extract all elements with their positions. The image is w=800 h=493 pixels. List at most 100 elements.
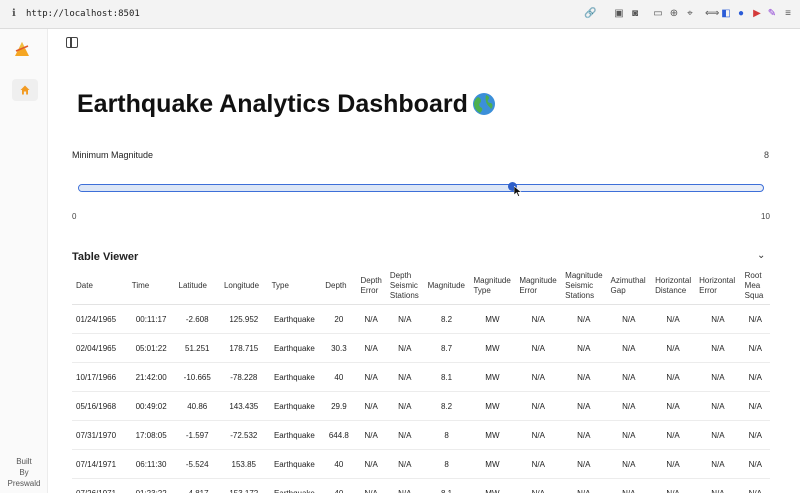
address-bar[interactable]: http://localhost:8501 [26, 9, 140, 19]
column-header[interactable]: Date [72, 268, 128, 305]
column-header[interactable]: Depth Error [356, 268, 386, 305]
table-cell: N/A [695, 391, 741, 421]
column-header[interactable]: Magnitude [423, 268, 470, 305]
table-cell: MW [469, 333, 516, 363]
table-row[interactable]: 07/26/1971 01:23:22 -4.817 153.172 Earthquak… [72, 478, 770, 493]
table-cell: N/A [651, 333, 696, 363]
column-header[interactable]: Magnitude Error [515, 268, 562, 305]
table-cell: N/A [606, 304, 652, 334]
column-header[interactable]: Root Mea Squa [740, 268, 770, 305]
table-cell: Earthquake [267, 304, 322, 334]
column-header[interactable]: Longitude [219, 268, 268, 305]
menu-icon[interactable]: ≡ [782, 8, 794, 20]
chevron-down-icon[interactable]: ⌄ [757, 250, 765, 261]
column-header[interactable]: Depth [321, 268, 357, 305]
table-cell: 40.86 [174, 391, 220, 421]
table-row[interactable]: 07/14/1971 06:11:30 -5.524 153.85 Earthquake… [72, 449, 770, 479]
column-header[interactable]: Latitude [174, 268, 220, 305]
table-cell: N/A [695, 304, 741, 334]
table-cell: 8.1 [423, 478, 470, 493]
table-cell: N/A [356, 478, 386, 493]
preswald-logo-icon [15, 42, 29, 56]
column-header-text: Date [76, 281, 93, 290]
table-cell: Earthquake [267, 333, 322, 363]
table-row[interactable]: 10/17/1966 21:42:00 -10.665 -78.228 Earthqua… [72, 362, 770, 392]
table-cell: 06:11:30 [127, 449, 175, 479]
table-cell: Earthquake [267, 420, 322, 450]
table-cell: -5.524 [174, 449, 220, 479]
table-cell: N/A [651, 420, 696, 450]
table-cell: N/A [606, 362, 652, 392]
mouse-cursor-icon [513, 186, 522, 197]
table-cell: 143.435 [219, 391, 268, 421]
table-cell: 00:49:02 [127, 391, 175, 421]
table-cell: N/A [515, 420, 562, 450]
table-cell: 07/26/1971 [72, 478, 128, 493]
extension-icon[interactable]: ◧ [720, 8, 732, 20]
table-cell: N/A [695, 420, 741, 450]
table-cell: N/A [695, 449, 741, 479]
column-header-text: Stations [565, 291, 595, 300]
table-cell: -4.817 [174, 478, 220, 493]
table-cell: Earthquake [267, 449, 322, 479]
info-icon[interactable]: ℹ [12, 8, 16, 19]
table-cell: 02/04/1965 [72, 333, 128, 363]
toggle-sidebar-icon[interactable] [66, 37, 78, 48]
table-cell: 17:08:05 [127, 420, 175, 450]
table-row[interactable]: 02/04/1965 05:01:22 51.251 178.715 Earthquak… [72, 333, 770, 363]
table-cell: 07/14/1971 [72, 449, 128, 479]
table-cell: 21:42:00 [127, 362, 175, 392]
table-cell: 40 [321, 449, 357, 479]
column-header[interactable]: Horizontal Distance [651, 268, 696, 305]
column-header[interactable]: Magnitude Seismic Stations [561, 268, 607, 305]
page-title-text: Earthquake Analytics Dashboard [77, 90, 468, 118]
column-header[interactable]: Horizontal Error [695, 268, 741, 305]
column-header-text: Root [744, 271, 762, 280]
crosshair-icon[interactable]: ⌖ [684, 8, 696, 20]
table-cell: MW [469, 420, 516, 450]
table-cell: 30.3 [321, 333, 357, 363]
data-table-container[interactable]: Date Time Latitude Longitude Type Depth Depth E… [72, 268, 770, 493]
column-header[interactable]: Type [267, 268, 322, 305]
column-header[interactable]: Azimuthal Gap [606, 268, 652, 305]
globe-icon[interactable]: ⊕ [668, 8, 680, 20]
table-cell: N/A [515, 333, 562, 363]
table-cell: N/A [356, 362, 386, 392]
terminal-icon[interactable]: ▭ [652, 8, 664, 20]
table-cell: 8.1 [423, 362, 470, 392]
column-header-text: Azimuthal [610, 276, 646, 285]
table-row[interactable]: 01/24/1965 00:11:17 -2.608 125.952 Earthquak… [72, 304, 770, 334]
table-row[interactable]: 07/31/1970 17:08:05 -1.597 -72.532 Earthquak… [72, 420, 770, 450]
link-icon[interactable]: 🔗 [584, 8, 596, 20]
slider-track[interactable] [78, 184, 764, 192]
column-header[interactable]: Magnitude Type [469, 268, 516, 305]
column-header-text: Error [360, 286, 379, 295]
built-line: Built [16, 457, 32, 466]
table-cell: N/A [606, 391, 652, 421]
table-cell: N/A [740, 449, 770, 479]
column-header-text: Distance [655, 286, 687, 295]
slider-min-label: 0 [72, 212, 77, 221]
table-cell: N/A [651, 304, 696, 334]
table-cell: N/A [385, 304, 424, 334]
camera-icon[interactable]: ◙ [629, 8, 641, 20]
home-button[interactable] [12, 79, 38, 101]
screenshot-icon[interactable]: ▣ [613, 8, 625, 20]
column-header[interactable]: Time [127, 268, 175, 305]
column-header-text: Error [519, 286, 538, 295]
code-icon[interactable]: ⟺ [705, 8, 719, 20]
column-header[interactable]: Depth Seismic Stations [385, 268, 424, 305]
built-by-preswald[interactable]: Built By Preswald [0, 456, 48, 489]
table-cell: N/A [356, 420, 386, 450]
table-cell: MW [469, 362, 516, 392]
table-cell: N/A [606, 420, 652, 450]
slider-value: 8 [764, 150, 770, 160]
table-cell: N/A [356, 449, 386, 479]
table-cell: N/A [561, 362, 607, 392]
table-row[interactable]: 05/16/1968 00:49:02 40.86 143.435 Earthquake… [72, 391, 770, 421]
feather-icon[interactable]: ✎ [766, 8, 778, 20]
column-header-text: Magnitude [519, 276, 557, 285]
table-cell: N/A [385, 362, 424, 392]
record-icon[interactable]: ● [735, 8, 747, 20]
play-icon[interactable]: ▶ [751, 8, 763, 20]
